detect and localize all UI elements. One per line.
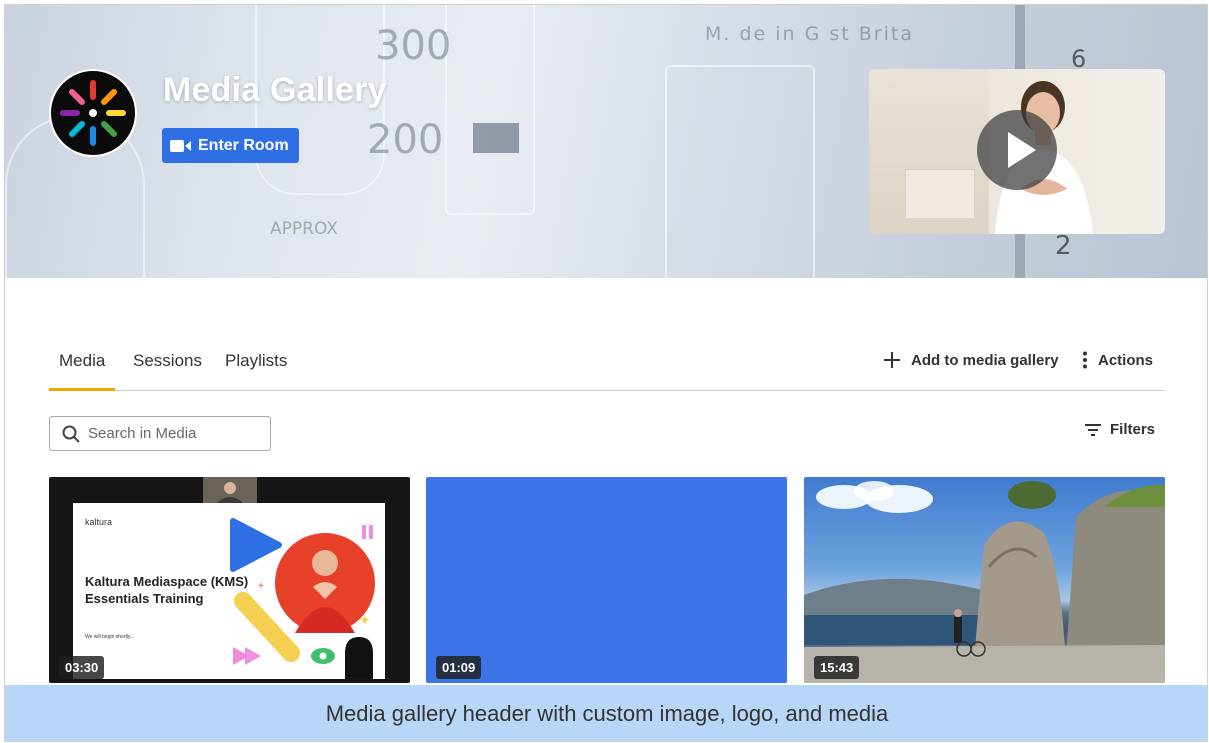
more-vertical-icon (1083, 351, 1087, 369)
enter-room-button[interactable]: Enter Room (162, 128, 299, 163)
image-caption: Media gallery header with custom image, … (5, 685, 1207, 741)
duration-badge: 01:09 (436, 656, 482, 679)
glass-marking-200: 200 (367, 117, 444, 163)
channel-logo (49, 69, 137, 157)
media-card[interactable]: 15:43 (804, 477, 1165, 683)
actions-label: Actions (1098, 351, 1154, 369)
landscape-thumbnail (804, 481, 1165, 683)
filters-button[interactable]: Filters (1084, 421, 1155, 438)
tab-playlists[interactable]: Playlists (225, 351, 287, 371)
add-to-media-gallery-button[interactable]: Add to media gallery (883, 351, 1059, 369)
glass-marking-britain: M. de in G st Brita (705, 23, 914, 45)
play-icon[interactable] (977, 110, 1057, 190)
plus-icon (884, 352, 900, 368)
svg-text:+: + (258, 581, 264, 592)
filters-label: Filters (1110, 421, 1156, 438)
enter-room-label: Enter Room (198, 136, 289, 154)
glass-marking-approx: APPROX (270, 219, 338, 239)
glass-marking-2: 2 (1055, 231, 1072, 261)
cylinder-decoration (445, 5, 535, 215)
svg-text:✦: ✦ (359, 612, 371, 628)
beaker-decoration (665, 65, 815, 278)
glass-marking-300: 300 (375, 23, 452, 69)
media-gallery-page: 300 200 APPROX M. de in G st Brita 6 2 M… (4, 4, 1208, 742)
search-input[interactable] (88, 425, 258, 442)
page-title: Media Gallery (163, 71, 387, 109)
video-camera-icon (170, 139, 191, 152)
actions-button[interactable]: Actions (1082, 351, 1153, 369)
gallery-tabs: Media Sessions Playlists Add to media ga… (49, 339, 1165, 391)
filter-icon (1085, 423, 1101, 436)
search-icon (62, 425, 80, 443)
tab-sessions[interactable]: Sessions (133, 351, 202, 371)
label-decoration (473, 123, 519, 153)
search-box[interactable] (49, 416, 271, 451)
kaltura-burst-logo-icon (60, 80, 126, 146)
slide-thumbnail: kaltura Kaltura Mediaspace (KMS) Essenti… (73, 503, 385, 679)
hero-video-player[interactable] (869, 69, 1165, 234)
media-card[interactable]: 01:09 (426, 477, 787, 683)
webcam-thumbnail (203, 477, 257, 503)
tab-media[interactable]: Media (59, 351, 105, 371)
video-shelf (905, 169, 975, 219)
slide-graphics: + ✦ (230, 518, 375, 679)
duration-badge: 03:30 (59, 656, 105, 679)
active-tab-indicator (49, 388, 115, 391)
duration-badge: 15:43 (814, 656, 860, 679)
media-card[interactable]: kaltura Kaltura Mediaspace (KMS) Essenti… (49, 477, 410, 683)
hero-banner: 300 200 APPROX M. de in G st Brita 6 2 M… (5, 5, 1207, 278)
add-to-media-gallery-label: Add to media gallery (911, 351, 1059, 369)
